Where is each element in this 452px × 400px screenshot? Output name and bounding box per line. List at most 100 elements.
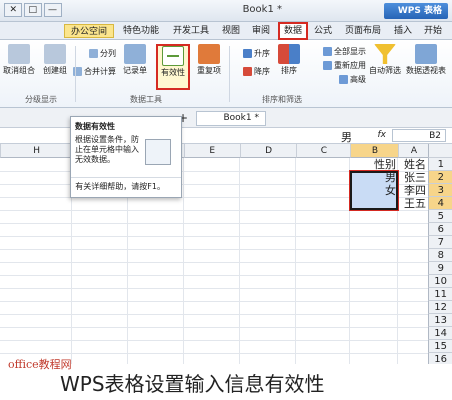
row-header-3-label: 3 bbox=[437, 185, 444, 196]
tab-page-layout[interactable]: 页面布局 bbox=[340, 24, 386, 38]
duplicates-button[interactable]: 重复项 bbox=[192, 44, 226, 90]
sort-ascending-button[interactable]: 升序 bbox=[243, 48, 270, 60]
gridline bbox=[0, 288, 428, 289]
name-box[interactable]: B2 bbox=[392, 129, 446, 142]
tab-review[interactable]: 审阅 bbox=[248, 24, 274, 38]
group-separator bbox=[229, 46, 230, 102]
gridline bbox=[239, 158, 240, 364]
tab-view[interactable]: 视图 bbox=[218, 24, 244, 38]
cell-b3[interactable]: 女 bbox=[350, 184, 398, 197]
reapply-label: 重新应用 bbox=[334, 61, 366, 70]
select-all-corner[interactable] bbox=[428, 144, 452, 158]
row-header-5[interactable]: 5 bbox=[428, 210, 452, 223]
gridline bbox=[0, 314, 428, 315]
column-header-b[interactable]: B bbox=[350, 144, 398, 158]
tab-developer-label: 开发工具 bbox=[173, 26, 210, 36]
tooltip-help-text: 有关详细帮助，请按F1。 bbox=[75, 182, 165, 191]
row-header-12[interactable]: 12 bbox=[428, 301, 452, 314]
row-header-16[interactable]: 16 bbox=[428, 353, 452, 364]
advanced-filter-button[interactable]: 高级 bbox=[339, 74, 366, 86]
consolidate-button[interactable]: 合并计算 bbox=[73, 66, 116, 78]
tab-view-label: 视图 bbox=[222, 26, 241, 36]
row-header-9[interactable]: 9 bbox=[428, 262, 452, 275]
cell-a4-value: 王五 bbox=[404, 197, 426, 210]
formula-input[interactable]: 男 bbox=[341, 129, 352, 145]
ribbon: 数据透视表 自动筛选 全部显示 重新应用 高级 排序 升序 降序 重复项 有效性… bbox=[0, 40, 452, 108]
autofilter-label: 自动筛选 bbox=[369, 66, 401, 75]
ungroup-button[interactable]: 取消组合 bbox=[2, 44, 36, 90]
advanced-filter-icon bbox=[339, 75, 348, 84]
worksheet-grid[interactable]: A B C D E F G H 1 2 3 4 5 6 7 8 9 10 11 … bbox=[0, 144, 452, 364]
record-form-button[interactable]: 记录单 bbox=[118, 44, 152, 90]
row-header-4[interactable]: 4 bbox=[428, 197, 452, 210]
column-header-d[interactable]: D bbox=[240, 144, 296, 158]
cell-b1-value: 性别 bbox=[374, 158, 396, 171]
row-header-2[interactable]: 2 bbox=[428, 171, 452, 184]
tab-formulas-label: 公式 bbox=[314, 26, 333, 36]
document-tab-bar: Book1 * + bbox=[0, 108, 452, 128]
cell-a1[interactable]: 姓名 bbox=[398, 158, 428, 171]
row-header-14[interactable]: 14 bbox=[428, 327, 452, 340]
create-group-button[interactable]: 创建组 bbox=[38, 44, 72, 90]
cell-b2[interactable]: 男 bbox=[350, 171, 398, 184]
show-all-button[interactable]: 全部显示 bbox=[323, 46, 366, 58]
row-header-10[interactable]: 10 bbox=[428, 275, 452, 288]
row-header-15[interactable]: 15 bbox=[428, 340, 452, 353]
row-header-5-label: 5 bbox=[437, 211, 444, 222]
row-header-2-label: 2 bbox=[437, 172, 444, 183]
advanced-filter-label: 高级 bbox=[350, 75, 366, 84]
autofilter-button[interactable]: 自动筛选 bbox=[368, 44, 402, 90]
close-button[interactable]: ✕ bbox=[4, 3, 22, 17]
sort-descending-button[interactable]: 降序 bbox=[243, 66, 270, 78]
row-header-16-label: 16 bbox=[434, 354, 447, 364]
book-tab[interactable]: Book1 * bbox=[196, 111, 266, 126]
column-header-c[interactable]: C bbox=[296, 144, 350, 158]
sort-button[interactable]: 排序 bbox=[272, 44, 306, 90]
tab-developer[interactable]: 开发工具 bbox=[168, 24, 214, 38]
data-validity-button[interactable]: 有效性 bbox=[156, 44, 190, 90]
app-badge-label: WPS 表格 bbox=[397, 6, 442, 16]
row-header-6-label: 6 bbox=[437, 224, 444, 235]
pivot-table-button[interactable]: 数据透视表 bbox=[406, 44, 446, 90]
tab-office-space[interactable]: 办公空间 bbox=[64, 24, 114, 38]
row-header-6[interactable]: 6 bbox=[428, 223, 452, 236]
sort-icon bbox=[278, 44, 300, 64]
cell-a4[interactable]: 王五 bbox=[398, 197, 428, 210]
create-group-icon bbox=[44, 44, 66, 64]
group-label-data-tools: 数据工具 bbox=[130, 94, 162, 105]
reapply-icon bbox=[323, 61, 332, 70]
column-header-a[interactable]: A bbox=[398, 144, 428, 158]
close-icon: ✕ bbox=[9, 5, 17, 15]
tab-formulas[interactable]: 公式 bbox=[310, 24, 336, 38]
row-header-7-label: 7 bbox=[437, 237, 444, 248]
app-badge[interactable]: WPS 表格 bbox=[384, 3, 448, 19]
split-column-button[interactable]: 分列 bbox=[89, 48, 116, 60]
group-label-sort-filter-text: 排序和筛选 bbox=[262, 95, 302, 104]
row-header-3[interactable]: 3 bbox=[428, 184, 452, 197]
tab-special[interactable]: 特色功能 bbox=[118, 24, 164, 38]
minimize-button[interactable]: — bbox=[44, 3, 62, 17]
group-separator bbox=[75, 46, 76, 102]
row-header-8[interactable]: 8 bbox=[428, 249, 452, 262]
row-header-1[interactable]: 1 bbox=[428, 158, 452, 171]
tab-home[interactable]: 开始 bbox=[420, 24, 446, 38]
tab-insert[interactable]: 插入 bbox=[390, 24, 416, 38]
tab-data[interactable]: 数据 bbox=[278, 22, 308, 40]
cell-a3[interactable]: 李四 bbox=[398, 184, 428, 197]
row-header-11[interactable]: 11 bbox=[428, 288, 452, 301]
duplicates-label: 重复项 bbox=[197, 66, 221, 75]
tooltip-body: 根据设置条件，防止在单元格中输入无效数据。 bbox=[75, 135, 141, 165]
row-header-7[interactable]: 7 bbox=[428, 236, 452, 249]
reapply-button[interactable]: 重新应用 bbox=[323, 60, 366, 72]
fx-icon[interactable]: fx bbox=[378, 130, 387, 140]
column-header-h[interactable]: H bbox=[0, 144, 72, 158]
cell-b1[interactable]: 性别 bbox=[350, 158, 398, 171]
row-header-13[interactable]: 13 bbox=[428, 314, 452, 327]
row-header-4-label: 4 bbox=[437, 198, 444, 209]
maximize-button[interactable]: □ bbox=[24, 3, 42, 17]
title-bar: WPS 表格 Book1 * — □ ✕ bbox=[0, 0, 452, 22]
cell-a2[interactable]: 张三 bbox=[398, 171, 428, 184]
cell-a1-value: 姓名 bbox=[404, 158, 426, 171]
sort-descending-icon bbox=[243, 67, 252, 76]
column-header-e[interactable]: E bbox=[184, 144, 240, 158]
